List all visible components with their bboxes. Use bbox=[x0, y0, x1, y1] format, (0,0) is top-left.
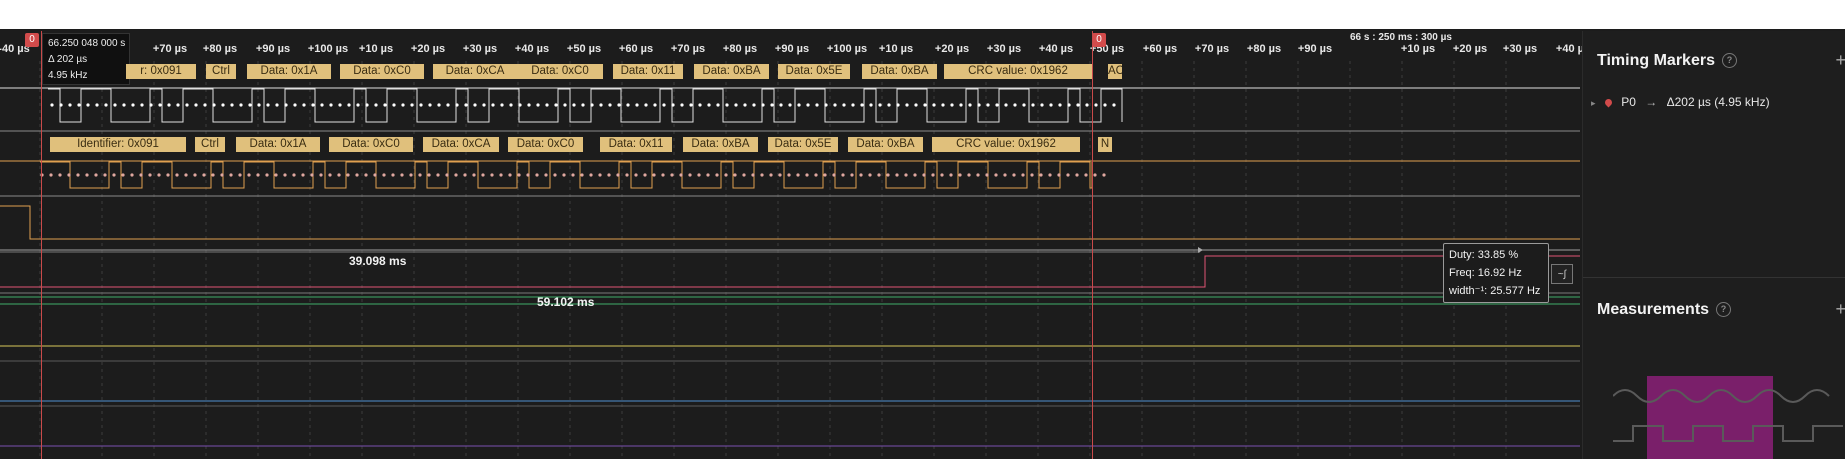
decoded-frame-field[interactable]: r: 0x091 bbox=[126, 64, 196, 79]
panel-divider bbox=[1583, 277, 1845, 278]
ruler-tick-label: +80 µs bbox=[202, 43, 238, 55]
measurements-illustration bbox=[1613, 376, 1843, 459]
ruler-tick-label: +30 µs bbox=[462, 43, 498, 55]
ruler-tick-label: +60 µs bbox=[618, 43, 654, 55]
decoded-frame-field[interactable]: Data: 0x5E bbox=[778, 64, 850, 79]
measurements-header: Measurements? bbox=[1597, 301, 1732, 319]
measurement-duty: Duty: 33.85 % bbox=[1449, 249, 1519, 261]
timing-marker-flag-left[interactable]: 0 bbox=[25, 33, 39, 47]
decoded-frame-field[interactable]: Data: 0x1A bbox=[236, 137, 320, 152]
add-icon[interactable]: + bbox=[1835, 299, 1845, 320]
decoded-frame-field[interactable]: Data: 0xBA bbox=[848, 137, 923, 152]
decoded-frame-field[interactable]: Data: 0xCA bbox=[423, 137, 499, 152]
ruler-tick-label: +70 µs bbox=[670, 43, 706, 55]
ruler-tick-label: +50 µs bbox=[566, 43, 602, 55]
waveform-area[interactable] bbox=[0, 61, 1580, 459]
add-icon[interactable]: + bbox=[1835, 50, 1845, 71]
tooltip-time: 66.250 048 000 s bbox=[48, 38, 126, 49]
decoded-frame-field[interactable]: Data: 0xC0 bbox=[340, 64, 424, 79]
measurement-frequency: Freq: 16.92 Hz bbox=[1449, 267, 1522, 279]
timing-markers-title: Timing Markers bbox=[1597, 52, 1715, 69]
decoded-frame-field[interactable]: AC bbox=[1108, 64, 1122, 79]
decoded-frame-field[interactable]: Ctrl bbox=[195, 137, 225, 152]
ruler-tick-label: +10 µs bbox=[1400, 43, 1436, 55]
ruler-tick-label: +20 µs bbox=[934, 43, 970, 55]
decoded-frame-field[interactable]: CRC value: 0x1962 bbox=[932, 137, 1080, 152]
ruler-tick-label: +60 µs bbox=[1142, 43, 1178, 55]
decoded-frame-field[interactable]: Data: 0xC0 bbox=[329, 137, 413, 152]
marker-name: P0 bbox=[1621, 95, 1636, 109]
measurement-popup: Duty: 33.85 % Freq: 16.92 Hz width⁻¹: 25… bbox=[1443, 243, 1549, 303]
ruler-tick-label: +90 µs bbox=[774, 43, 810, 55]
marker-tooltip: 66.250 048 000 s Δ 202 µs 4.95 kHz bbox=[42, 33, 130, 85]
timing-markers-header: Timing Markers? bbox=[1597, 52, 1737, 70]
help-icon[interactable]: ? bbox=[1716, 302, 1732, 317]
right-panel: Timing Markers? + ▸ P0 → Δ202 µs (4.95 k… bbox=[1582, 31, 1845, 459]
decoded-frame-field[interactable]: Data: 0xBA bbox=[862, 64, 937, 79]
ruler-tick-label: +30 µs bbox=[986, 43, 1022, 55]
timing-marker-line-left[interactable] bbox=[41, 31, 42, 459]
marker-pin-icon bbox=[1603, 97, 1614, 108]
decoded-frame-field[interactable]: Data: 0xC0 bbox=[508, 137, 583, 152]
decoded-frame-field[interactable]: Ctrl bbox=[206, 64, 236, 79]
measurements-title: Measurements bbox=[1597, 301, 1710, 318]
measurement-label-a: 39.098 ms bbox=[349, 254, 407, 268]
decoded-frame-field[interactable]: Data: 0xC0 bbox=[517, 64, 603, 79]
decoded-frame-field[interactable]: Data: 0x11 bbox=[613, 64, 683, 79]
decoded-frame-field[interactable]: Identifier: 0x091 bbox=[50, 137, 186, 152]
marker-value: Δ202 µs (4.95 kHz) bbox=[1666, 95, 1770, 109]
decoded-frame-field[interactable]: N bbox=[1098, 137, 1112, 152]
timing-marker-line-right[interactable] bbox=[1092, 31, 1093, 459]
waveform-toggle-icon[interactable]: ~∫ bbox=[1551, 264, 1573, 284]
ruler-tick-label: +70 µs bbox=[152, 43, 188, 55]
measurement-width: width⁻¹: 25.577 Hz bbox=[1449, 285, 1541, 297]
ruler-tick-label: +40 µs bbox=[1038, 43, 1074, 55]
ruler-tick-label: +100 µs bbox=[826, 43, 868, 55]
ruler-tick-label: +10 µs bbox=[358, 43, 394, 55]
timing-marker-row[interactable]: ▸ P0 → Δ202 µs (4.95 kHz) bbox=[1591, 95, 1770, 109]
ruler-tick-label: +20 µs bbox=[1452, 43, 1488, 55]
ruler-tick-label: +80 µs bbox=[1246, 43, 1282, 55]
decoded-frame-field[interactable]: Data: 0xBA bbox=[694, 64, 769, 79]
ruler-tick-label: +20 µs bbox=[410, 43, 446, 55]
ruler-tick-label: +100 µs bbox=[307, 43, 349, 55]
decoded-frame-field[interactable]: Data: 0xBA bbox=[683, 137, 758, 152]
decoded-frame-field[interactable]: Data: 0xCA bbox=[433, 64, 517, 79]
measurement-label-b: 59.102 ms bbox=[537, 295, 595, 309]
decoded-frame-field[interactable]: Data: 0x11 bbox=[600, 137, 672, 152]
time-ruler[interactable]: 66 s : 250 ms : 300 µs -40 µs +70 µs +80 µ… bbox=[0, 31, 1590, 61]
ruler-tick-label: +90 µs bbox=[255, 43, 291, 55]
tooltip-delta: Δ 202 µs bbox=[48, 54, 88, 65]
decoded-frame-field[interactable]: CRC value: 0x1962 bbox=[944, 64, 1092, 79]
tooltip-frequency: 4.95 kHz bbox=[48, 70, 88, 81]
ruler-tick-label: +30 µs bbox=[1502, 43, 1538, 55]
ruler-tick-label: +40 µs bbox=[514, 43, 550, 55]
window-top-bar bbox=[0, 0, 1845, 29]
timing-marker-flag-right[interactable]: 0 bbox=[1092, 33, 1106, 47]
ruler-tick-label: +10 µs bbox=[878, 43, 914, 55]
chevron-right-icon[interactable]: ▸ bbox=[1591, 98, 1596, 108]
ruler-tick-label: +80 µs bbox=[722, 43, 758, 55]
ruler-timestamp: 66 s : 250 ms : 300 µs bbox=[1350, 32, 1452, 43]
decoded-frame-field[interactable]: Data: 0x5E bbox=[768, 137, 838, 152]
arrow-right-icon: → bbox=[1645, 95, 1658, 109]
ruler-tick-label: +70 µs bbox=[1194, 43, 1230, 55]
help-icon[interactable]: ? bbox=[1721, 53, 1737, 68]
decoded-frame-field[interactable]: Data: 0x1A bbox=[247, 64, 331, 79]
ruler-tick-label: +90 µs bbox=[1297, 43, 1333, 55]
